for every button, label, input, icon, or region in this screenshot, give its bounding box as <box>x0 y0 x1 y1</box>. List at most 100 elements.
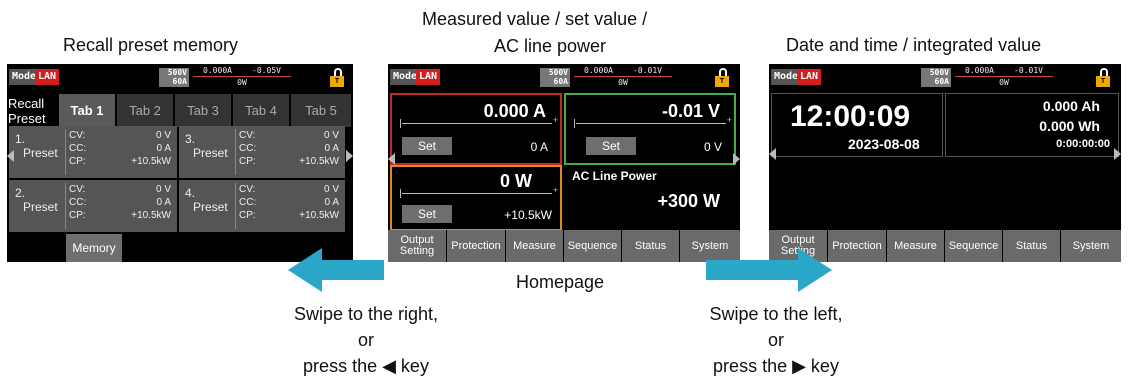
lan-badge: LAN <box>416 69 441 85</box>
monitor-current: 0.000A <box>203 66 232 75</box>
next-page-arrow-icon[interactable] <box>346 150 353 162</box>
memory-button[interactable]: Memory <box>66 234 122 262</box>
monitor-current: 0.000A <box>584 66 613 75</box>
status-bar: Mode LAN 500V 60A 0.000A -0.01V 0W T <box>388 64 740 90</box>
voltage-set-value: 0 V <box>703 140 722 154</box>
caption-left-instruction: Swipe to the right, or press the ◀ key <box>293 304 439 376</box>
clock-date: 2023-08-08 <box>848 136 920 152</box>
output-monitor: 0.000A -0.01V 0W <box>955 66 1053 87</box>
tab-4[interactable]: Tab 4 <box>233 94 289 127</box>
output-monitor: 0.000A -0.01V 0W <box>574 66 672 87</box>
current-set-button[interactable]: Set <box>402 137 452 155</box>
integrated-wh: 0.000 Wh <box>1039 118 1100 134</box>
prev-page-arrow-icon[interactable] <box>388 153 395 165</box>
prev-page-arrow-icon[interactable] <box>769 148 776 160</box>
lan-badge: LAN <box>797 69 822 85</box>
tab-protection[interactable]: Protection <box>447 230 506 262</box>
clock-panel: 12:00:09 2023-08-08 <box>771 93 943 157</box>
preset-values: CV: 0 V CC: 0 A CP: +10.5kW <box>235 183 342 229</box>
ac-line-power-value: +300 W <box>657 191 720 211</box>
title-line-1: Recall <box>8 96 45 111</box>
tab-5[interactable]: Tab 5 <box>291 94 351 127</box>
voltage-panel[interactable]: -0.01 V Set 0 V <box>564 93 736 165</box>
lock-label: T <box>1096 76 1110 87</box>
current-measured-value: 0.000 A <box>483 101 546 121</box>
preset-values: CV: 0 V CC: 0 A CP: +10.5kW <box>65 183 174 229</box>
monitor-power: 0W <box>618 78 628 87</box>
lock-icon[interactable]: T <box>329 68 347 88</box>
output-monitor: 0.000A -0.05V 0W <box>193 66 291 87</box>
integrated-elapsed: 0:00:00:00 <box>1056 138 1110 150</box>
lan-badge: LAN <box>35 69 60 85</box>
swipe-right-arrow-icon <box>706 248 832 292</box>
integrated-panel: 0.000 Ah 0.000 Wh 0:00:00:00 <box>945 93 1119 157</box>
power-set-button[interactable]: Set <box>402 205 452 223</box>
current-slider[interactable] <box>400 115 558 128</box>
voltage-slider[interactable] <box>574 115 732 128</box>
voltage-rating: 500V <box>167 68 187 77</box>
title-line-2: Preset <box>8 111 46 126</box>
power-panel[interactable]: 0 W Set +10.5kW <box>390 165 562 231</box>
recall-screen: Mode LAN 500V 60A 0.000A -0.05V 0W T Reca… <box>7 64 353 262</box>
caption-home-line1: Measured value / set value / <box>422 9 648 29</box>
tab-1[interactable]: Tab 1 <box>59 94 115 127</box>
monitor-voltage: -0.01V <box>1014 66 1043 75</box>
rating-display: 500V 60A <box>921 68 951 87</box>
preset-1[interactable]: 1. Preset CV: 0 V CC: 0 A CP: +10.5kW <box>9 126 177 178</box>
power-measured-value: 0 W <box>499 171 532 191</box>
ac-line-power-title: AC Line Power <box>572 169 657 183</box>
prev-page-arrow-icon[interactable] <box>7 150 14 162</box>
lock-icon[interactable]: T <box>714 68 732 88</box>
current-rating: 60A <box>553 77 568 86</box>
caption-home-line2: AC line power <box>494 36 607 56</box>
rating-display: 500V 60A <box>159 68 189 87</box>
tab-system[interactable]: System <box>1061 230 1121 262</box>
caption-recall-preset: Recall preset memory <box>63 35 239 55</box>
preset-3[interactable]: 3. Preset CV: 0 V CC: 0 A CP: +10.5kW <box>179 126 345 178</box>
tab-2[interactable]: Tab 2 <box>117 94 173 127</box>
tab-protection[interactable]: Protection <box>828 230 887 262</box>
lock-icon[interactable]: T <box>1095 68 1113 88</box>
caption-right-instruction: Swipe to the left, or press the ▶ key <box>709 304 843 376</box>
current-set-value: 0 A <box>530 140 548 154</box>
clock-time: 12:00:09 <box>790 100 911 133</box>
tab-measure[interactable]: Measure <box>887 230 945 262</box>
tab-measure[interactable]: Measure <box>506 230 564 262</box>
swipe-left-arrow-icon <box>288 248 384 292</box>
tab-status[interactable]: Status <box>622 230 680 262</box>
power-slider[interactable] <box>400 185 558 198</box>
power-set-value: +10.5kW <box>504 208 552 222</box>
voltage-measured-value: -0.01 V <box>661 101 720 121</box>
current-rating: 60A <box>172 77 187 86</box>
lock-label: T <box>330 76 344 87</box>
next-page-arrow-icon[interactable] <box>733 153 740 165</box>
datetime-screen: Mode LAN 500V 60A 0.000A -0.01V 0W T 12:0… <box>769 64 1121 262</box>
status-bar: Mode LAN 500V 60A 0.000A -0.01V 0W T <box>769 64 1121 90</box>
tab-output-setting[interactable]: Output Setting <box>388 230 447 262</box>
monitor-power: 0W <box>237 78 247 87</box>
preset-4[interactable]: 4. Preset CV: 0 V CC: 0 A CP: +10.5kW <box>179 180 345 232</box>
voltage-set-button[interactable]: Set <box>586 137 636 155</box>
current-rating: 60A <box>934 77 949 86</box>
caption-date-time: Date and time / integrated value <box>786 35 1042 55</box>
tab-status[interactable]: Status <box>1003 230 1061 262</box>
lock-label: T <box>715 76 729 87</box>
status-bar: Mode LAN 500V 60A 0.000A -0.05V 0W T <box>7 64 353 90</box>
preset-values: CV: 0 V CC: 0 A CP: +10.5kW <box>65 129 174 175</box>
next-page-arrow-icon[interactable] <box>1114 148 1121 160</box>
monitor-voltage: -0.05V <box>252 66 281 75</box>
preset-2[interactable]: 2. Preset CV: 0 V CC: 0 A CP: +10.5kW <box>9 180 177 232</box>
tab-sequence[interactable]: Sequence <box>945 230 1003 262</box>
voltage-rating: 500V <box>548 68 568 77</box>
current-panel[interactable]: 0.000 A Set 0 A <box>390 93 562 165</box>
caption-homepage: Homepage <box>516 272 605 292</box>
monitor-voltage: -0.01V <box>633 66 662 75</box>
ac-line-power-panel: AC Line Power +300 W <box>568 167 738 229</box>
integrated-ah: 0.000 Ah <box>1042 98 1100 114</box>
tab-3[interactable]: Tab 3 <box>175 94 231 127</box>
recall-preset-title: Recall Preset <box>8 96 46 126</box>
tab-sequence[interactable]: Sequence <box>564 230 622 262</box>
rating-display: 500V 60A <box>540 68 570 87</box>
voltage-rating: 500V <box>929 68 949 77</box>
monitor-current: 0.000A <box>965 66 994 75</box>
